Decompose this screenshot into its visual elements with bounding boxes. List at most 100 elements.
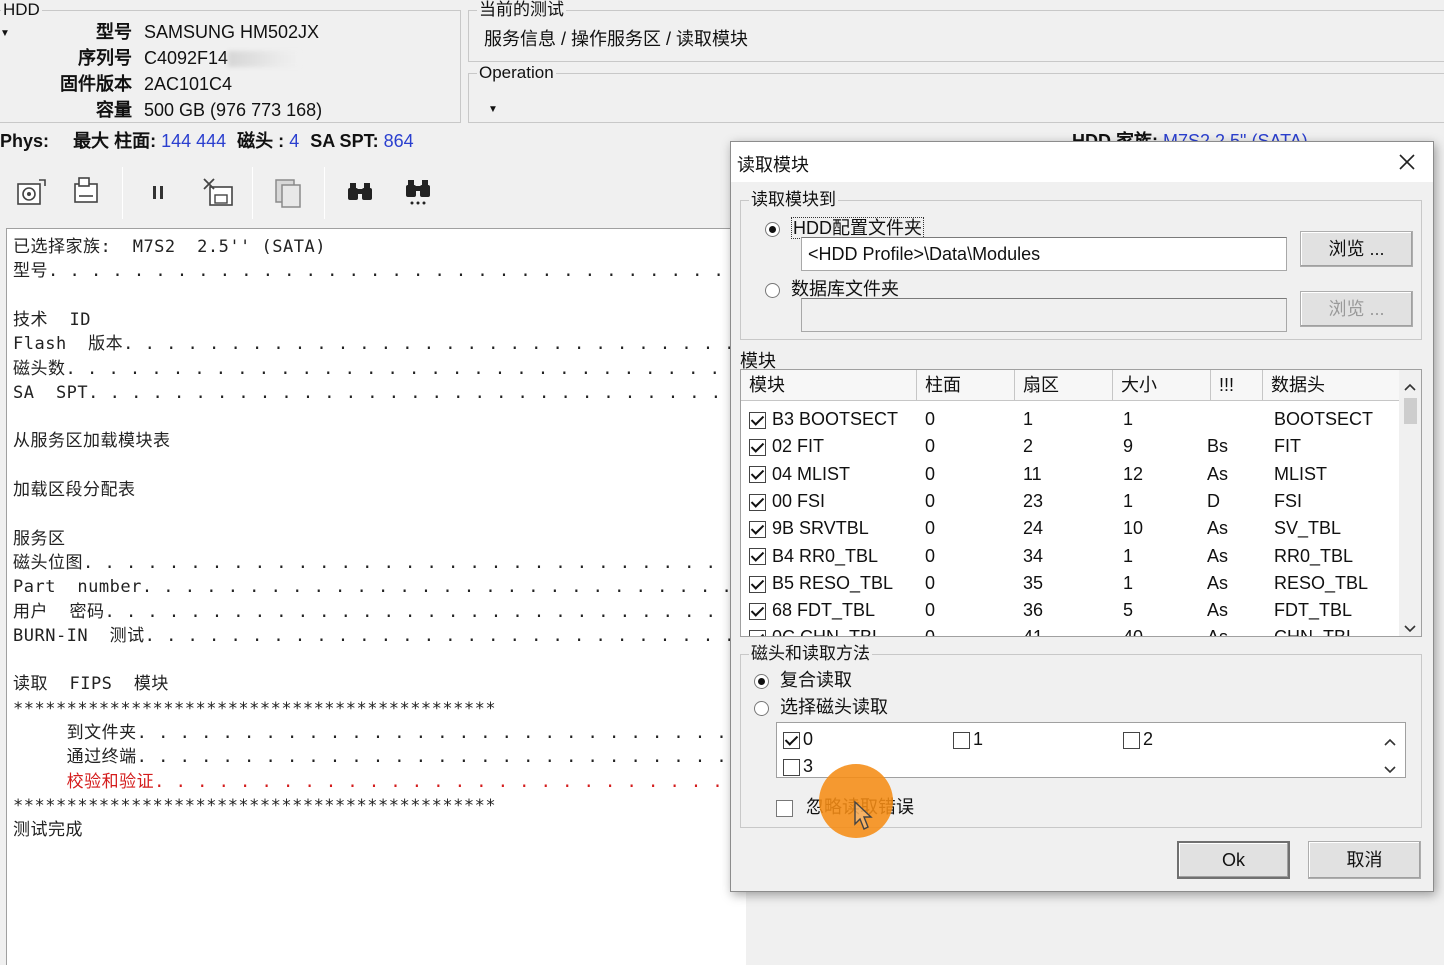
radio-profile-icon[interactable] xyxy=(765,221,780,237)
log-line: 通过终端. . . . . . . . . . . . . . . . . . … xyxy=(13,747,728,768)
head-checkbox-3[interactable]: 3 xyxy=(783,755,813,777)
scroll-thumb[interactable] xyxy=(1404,398,1417,424)
col-header-module[interactable]: 模块 xyxy=(741,370,917,401)
hdd-serial-row: 序列号 C4092F14 xyxy=(0,45,301,71)
drive-cancel-icon[interactable] xyxy=(196,170,240,214)
close-icon[interactable] xyxy=(1395,150,1419,174)
cell-size: 1 xyxy=(1123,572,1134,593)
cell-head: BOOTSECT xyxy=(1274,409,1374,429)
log-line: ****************************************… xyxy=(13,795,497,816)
head-0-check-icon[interactable] xyxy=(783,731,800,749)
copy-icon[interactable] xyxy=(266,170,310,214)
module-check-icon[interactable] xyxy=(749,575,766,593)
log-panel[interactable]: 已选择家族: M7S2 2.5'' (SATA) 型号. . . . . . . … xyxy=(6,228,746,965)
head-1-label: 1 xyxy=(973,729,984,749)
table-row[interactable]: 68 FDT_TBL 0 36 5 As FDT_TBL xyxy=(741,597,1401,624)
head-checkbox-1[interactable]: 1 xyxy=(953,728,983,750)
head-checkbox-2[interactable]: 2 xyxy=(1123,728,1153,750)
module-check-icon[interactable] xyxy=(749,466,766,484)
module-check-icon[interactable] xyxy=(749,439,766,457)
head-3-label: 3 xyxy=(803,756,814,776)
cell-module: B4 RR0_TBL xyxy=(749,543,878,570)
ok-button[interactable]: Ok xyxy=(1177,841,1290,879)
hdd-model-row: 型号 SAMSUNG HM502JX xyxy=(0,19,319,45)
cell-flag: As xyxy=(1207,545,1229,566)
module-check-icon[interactable] xyxy=(749,548,766,566)
cell-sector: 23 xyxy=(1023,490,1044,511)
binoculars-next-icon[interactable] xyxy=(396,170,440,214)
table-row[interactable]: 0C CHN_TBL 0 41 40 As CHN_TBL xyxy=(741,624,1401,636)
radio-composite-label: 复合读取 xyxy=(780,670,853,690)
head-2-check-icon[interactable] xyxy=(1123,731,1140,749)
log-line: 测试完成 xyxy=(13,820,83,841)
cell-cyl: 0 xyxy=(925,572,936,593)
table-row[interactable]: 02 FIT 0 2 9 Bs FIT xyxy=(741,433,1401,460)
modules-table[interactable]: 模块 柱面 扇区 大小 !!! 数据头 B3 BOOTSECT 0 1 1 BOOTSE… xyxy=(740,369,1422,637)
operation-dropdown-arrow-icon[interactable]: ▼ xyxy=(488,104,498,115)
module-name: 04 MLIST xyxy=(772,463,851,484)
cell-head: CHN_TBL xyxy=(1274,624,1356,636)
col-header-data-head[interactable]: 数据头 xyxy=(1263,370,1401,401)
cell-size: 40 xyxy=(1123,624,1143,636)
table-row[interactable]: 04 MLIST 0 11 12 As MLIST xyxy=(741,461,1401,488)
ignore-errors-check-icon[interactable] xyxy=(776,799,793,817)
module-check-icon[interactable] xyxy=(749,520,766,538)
hdd-family-label: HDD 家族: xyxy=(1072,131,1158,141)
col-header-sector[interactable]: 扇区 xyxy=(1015,370,1113,401)
col-header-size[interactable]: 大小 xyxy=(1113,370,1211,401)
head-1-check-icon[interactable] xyxy=(953,731,970,749)
drive-settings-icon[interactable] xyxy=(64,168,108,212)
binoculars-icon[interactable] xyxy=(338,170,382,214)
scroll-up-icon[interactable] xyxy=(1403,376,1417,391)
table-row[interactable]: 00 FSI 0 23 1 D FSI xyxy=(741,488,1401,515)
cell-size: 1 xyxy=(1123,490,1134,511)
radio-db-icon[interactable] xyxy=(765,282,780,298)
log-line: 磁头数. . . . . . . . . . . . . . . . . . .… xyxy=(13,358,742,379)
browse-button[interactable]: 浏览 ... xyxy=(1300,231,1413,267)
cell-sector: 41 xyxy=(1023,624,1043,636)
scroll-down-icon[interactable] xyxy=(1403,618,1417,633)
cancel-button[interactable]: 取消 xyxy=(1308,841,1421,879)
head-3-check-icon[interactable] xyxy=(783,758,800,776)
radio-select-label: 选择磁头读取 xyxy=(780,697,889,717)
cell-sector: 2 xyxy=(1023,436,1034,457)
cell-cyl: 0 xyxy=(925,436,936,457)
hdd-capacity-row: 容量 500 GB (976 773 168) xyxy=(0,97,322,123)
log-line: Flash 版本. . . . . . . . . . . . . . . . … xyxy=(13,334,736,355)
radio-composite-icon[interactable] xyxy=(754,673,769,689)
col-header-cylinder[interactable]: 柱面 xyxy=(917,370,1015,401)
table-row[interactable]: B3 BOOTSECT 0 1 1 BOOTSECT xyxy=(741,406,1401,433)
toolbar-separator xyxy=(324,167,325,219)
table-row[interactable]: B5 RESO_TBL 0 35 1 As RESO_TBL xyxy=(741,570,1401,597)
module-check-icon[interactable] xyxy=(749,630,766,636)
dialog-title-bar[interactable]: 读取模块 xyxy=(731,142,1433,182)
log-line: 校验和验证. . . . . . . . . . . . . . . . . .… xyxy=(13,771,724,792)
pause-icon[interactable] xyxy=(136,170,180,214)
table-row[interactable]: 9B SRVTBL 0 24 10 As SV_TBL xyxy=(741,515,1401,542)
gear-drive-icon[interactable] xyxy=(10,170,54,214)
dialog-title: 读取模块 xyxy=(737,155,809,175)
modules-scrollbar[interactable] xyxy=(1399,370,1421,636)
module-check-icon[interactable] xyxy=(749,602,766,620)
hdd-model-value: SAMSUNG HM502JX xyxy=(144,22,320,42)
cell-module: 9B SRVTBL xyxy=(749,515,869,542)
cell-module: 0C CHN_TBL xyxy=(749,624,882,636)
heads-scroll-down-icon[interactable] xyxy=(1383,759,1397,780)
module-name: 02 FIT xyxy=(772,436,825,457)
module-check-icon[interactable] xyxy=(749,493,766,511)
cell-cyl: 0 xyxy=(925,518,936,539)
heads-scroll-up-icon[interactable] xyxy=(1383,731,1397,752)
cell-sector: 35 xyxy=(1023,572,1044,593)
cell-flag: As xyxy=(1207,600,1229,621)
operation-title: Operation xyxy=(477,63,556,83)
head-2-label: 2 xyxy=(1143,729,1154,749)
table-row[interactable]: B4 RR0_TBL 0 34 1 As RR0_TBL xyxy=(741,543,1401,570)
head-checkbox-0[interactable]: 0 xyxy=(783,728,813,750)
radio-select-heads[interactable]: 选择磁头读取 xyxy=(754,693,888,719)
col-header-flag[interactable]: !!! xyxy=(1211,370,1263,401)
radio-select-icon[interactable] xyxy=(754,700,769,716)
hdd-family: HDD 家族: M7S2 2.5" (SATA) xyxy=(1072,124,1308,141)
module-check-icon[interactable] xyxy=(749,411,766,429)
profile-path-input[interactable]: <HDD Profile>\Data\Modules xyxy=(801,237,1287,271)
radio-composite-read[interactable]: 复合读取 xyxy=(754,666,852,692)
